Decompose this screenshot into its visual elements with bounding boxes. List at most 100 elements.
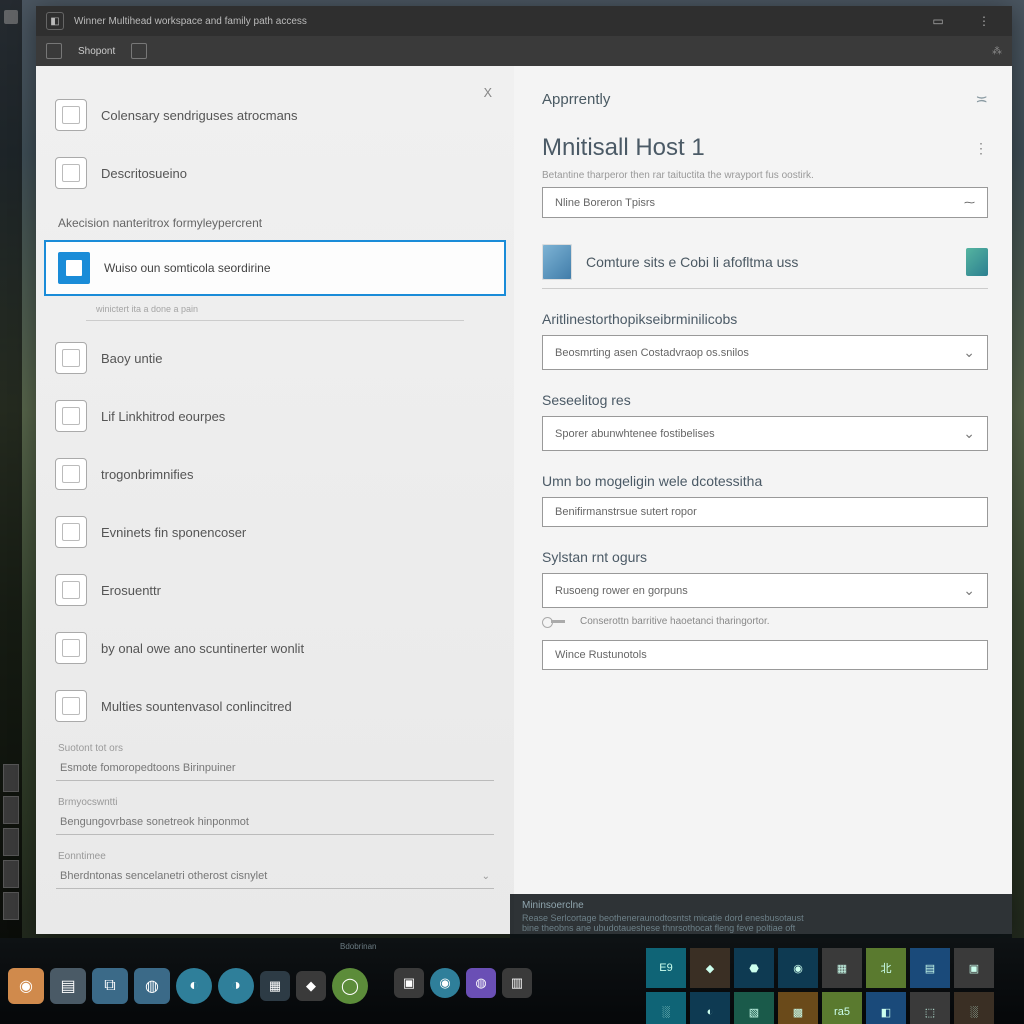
minimize-button[interactable]: ▭ — [920, 9, 956, 33]
category-item[interactable]: Colensary sendriguses atrocmans — [36, 86, 514, 144]
select-value: Rusoeng rower en gorpuns — [555, 585, 688, 597]
rail-thumb[interactable] — [3, 892, 19, 920]
section-select[interactable]: Rusoeng rower en gorpuns⌄ — [542, 573, 988, 608]
footer-hint: Brmyocswntti — [36, 789, 514, 810]
key-icon — [542, 614, 570, 628]
start-tile[interactable]: 北 — [866, 948, 906, 988]
taskbar-app[interactable]: ▣ — [394, 968, 424, 998]
category-label: Multies sountenvasol conlincitred — [101, 699, 292, 714]
start-tile[interactable]: ◐ — [690, 992, 730, 1024]
start-tile[interactable]: ▣ — [954, 948, 994, 988]
rail-thumb[interactable] — [3, 764, 19, 792]
highlighted-item[interactable]: Wuiso oun somticola seordirine — [44, 240, 506, 296]
note-text: Conserottn barritive haoetanci tharingor… — [580, 616, 770, 627]
footer-hint: Suotont tot ors — [36, 735, 514, 756]
rail-thumb[interactable] — [3, 796, 19, 824]
taskbar-app[interactable]: ◍ — [466, 968, 496, 998]
taskbar-app[interactable]: ◐ — [176, 968, 212, 1004]
start-tile[interactable]: ▦ — [822, 948, 862, 988]
check-wave-icon: ⁓ — [964, 196, 975, 209]
breadcrumb[interactable]: Apprrently — [542, 91, 610, 108]
category-item[interactable]: Multies sountenvasol conlincitred — [36, 677, 514, 735]
taskbar-app[interactable]: ◑ — [218, 968, 254, 1004]
start-tile[interactable]: ▧ — [734, 992, 774, 1024]
taskbar-tile-panel: E9 ◆ ⬣ ◉ ▦ 北 ▤ ▣ ░ ◐ ▧ ▩ ra5 ◧ ⬚ ░ — [646, 944, 1016, 1024]
taskbar-app[interactable]: ◍ — [134, 968, 170, 1004]
start-tile[interactable]: ◆ — [690, 948, 730, 988]
window-tabbar: Shopont ⁂ — [36, 36, 1012, 66]
start-tile[interactable]: ▤ — [910, 948, 950, 988]
section-select[interactable]: Benifirmanstrsue sutert ropor — [542, 497, 988, 527]
settings-window: ◧ Winner Multihead workspace and family … — [36, 6, 1012, 934]
taskbar-app[interactable]: ⧉ — [92, 968, 128, 1004]
start-tile[interactable]: ⬣ — [734, 948, 774, 988]
window-title: Winner Multihead workspace and family pa… — [74, 16, 307, 27]
category-label: Baoy untie — [101, 351, 162, 366]
category-item[interactable]: Baoy untie — [36, 329, 514, 387]
taskbar-label: Bdobrinan — [340, 942, 376, 951]
left-subheading: Akecision nanteritrox formyleypercrent — [36, 202, 514, 234]
category-item[interactable]: Lif Linkhitrod eourpes — [36, 387, 514, 445]
category-icon — [55, 516, 87, 548]
desktop-left-rail — [0, 0, 22, 1024]
more-button[interactable]: ⋮ — [966, 9, 1002, 33]
category-item[interactable]: Descritosueino — [36, 144, 514, 202]
category-icon — [55, 342, 87, 374]
start-tile[interactable]: ra5 — [822, 992, 862, 1024]
page-title: Mnitisall Host 1 — [542, 134, 705, 162]
section-select[interactable]: Beosmrting asen Costadvraop os.snilos⌄ — [542, 335, 988, 370]
rail-thumb[interactable] — [3, 860, 19, 888]
chevron-down-icon: ⌄ — [482, 871, 490, 882]
footer-select[interactable]: Bengungovrbase sonetreok hinponmot — [56, 810, 494, 835]
category-item[interactable]: by onal owe ano scuntinerter wonlit — [36, 619, 514, 677]
footer-select-text: Esmote fomoropedtoons Birinpuiner — [60, 762, 235, 774]
start-tile[interactable]: E9 — [646, 948, 686, 988]
nav-refresh-icon[interactable] — [131, 43, 147, 59]
taskbar-app[interactable]: ▥ — [502, 968, 532, 998]
nav-home-icon[interactable] — [46, 43, 62, 59]
section-select[interactable]: Sporer abunwhtenee fostibelises⌄ — [542, 416, 988, 451]
start-tile[interactable]: ░ — [646, 992, 686, 1024]
start-tile[interactable]: ▩ — [778, 992, 818, 1024]
taskbar-app[interactable]: ◉ — [430, 968, 460, 998]
taskbar-app[interactable]: ◯ — [332, 968, 368, 1004]
filter-icon[interactable]: ≍ — [975, 90, 988, 108]
taskbar-app[interactable]: ◆ — [296, 971, 326, 1001]
info-card-text: Comture sits e Cobi li afofltma uss — [586, 254, 952, 270]
category-item[interactable]: Erosuenttr — [36, 561, 514, 619]
category-item[interactable]: trogonbrimnifies — [36, 445, 514, 503]
footer-select[interactable]: Bherdntonas sencelanetri otherost cisnyl… — [56, 864, 494, 889]
taskbar-app[interactable]: ▤ — [50, 968, 86, 1004]
start-tile[interactable]: ⬚ — [910, 992, 950, 1024]
taskbar-app[interactable]: ◉ — [8, 968, 44, 1004]
taskbar: Bdobrinan ◉ ▤ ⧉ ◍ ◐ ◑ ▦ ◆ ◯ ▣ ◉ ◍ ▥ E9 ◆… — [0, 938, 1024, 1024]
window-titlebar[interactable]: ◧ Winner Multihead workspace and family … — [36, 6, 1012, 36]
start-tile[interactable]: ◉ — [778, 948, 818, 988]
select-value: Beosmrting asen Costadvraop os.snilos — [555, 347, 749, 359]
footer-select-text: Bengungovrbase sonetreok hinponmot — [60, 816, 249, 828]
product-box-icon — [542, 244, 572, 280]
start-tile[interactable]: ◧ — [866, 992, 906, 1024]
rail-indicator-icon — [4, 10, 18, 24]
category-icon — [55, 574, 87, 606]
info-card[interactable]: Comture sits e Cobi li afofltma uss — [542, 232, 988, 289]
category-icon — [55, 458, 87, 490]
rail-thumb[interactable] — [3, 828, 19, 856]
more-icon[interactable]: ⋮ — [974, 140, 988, 157]
close-icon[interactable]: X — [484, 86, 492, 102]
product-box-alt-icon — [966, 248, 988, 276]
footer-select[interactable]: Esmote fomoropedtoons Birinpuiner — [56, 756, 494, 781]
start-tile[interactable]: ░ — [954, 992, 994, 1024]
footer-hint: Eonntimee — [36, 843, 514, 864]
category-label: Lif Linkhitrod eourpes — [101, 409, 225, 424]
tab-extra-icon[interactable]: ⁂ — [992, 46, 1002, 57]
tab-label[interactable]: Shopont — [78, 46, 115, 57]
select-value: Sporer abunwhtenee fostibelises — [555, 428, 715, 440]
taskbar-app[interactable]: ▦ — [260, 971, 290, 1001]
section-note: Conserottn barritive haoetanci tharingor… — [542, 614, 988, 628]
app-badge-icon: ◧ — [46, 12, 64, 30]
section-select[interactable]: Wince Rustunotols — [542, 640, 988, 670]
category-item[interactable]: Evninets fin sponencoser — [36, 503, 514, 561]
host-name-input[interactable]: Nline Boreron Tpisrs ⁓ — [542, 187, 988, 218]
category-icon — [55, 157, 87, 189]
